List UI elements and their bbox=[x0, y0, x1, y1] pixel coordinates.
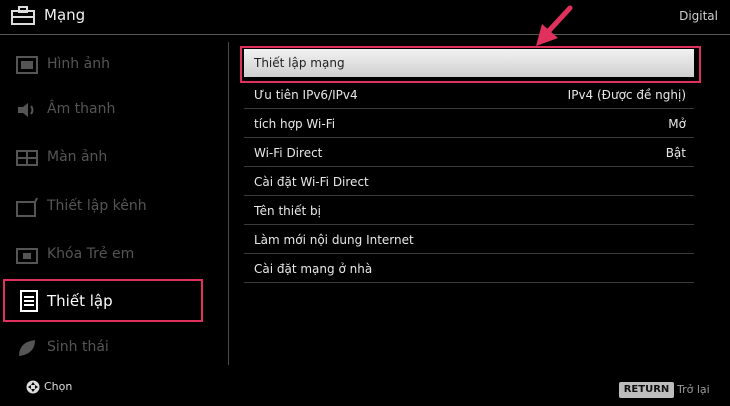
sidebar-item-label: Sinh thái bbox=[47, 339, 109, 355]
speaker-icon bbox=[18, 103, 34, 117]
dpad-icon bbox=[26, 380, 40, 394]
sidebar-item-label: Âm thanh bbox=[47, 101, 116, 117]
return-hint-label: Trở lại bbox=[677, 383, 710, 396]
sidebar-item-eco[interactable]: Sinh thái bbox=[0, 328, 226, 368]
sidebar-item-screen[interactable]: Màn ảnh bbox=[0, 138, 226, 178]
list-item-built-in-wifi[interactable]: tích hợp Wi-Fi Mở bbox=[244, 110, 694, 138]
sidebar-item-channel-setup[interactable]: Thiết lập kênh bbox=[0, 187, 226, 227]
sidebar-divider bbox=[228, 42, 229, 365]
return-key-badge[interactable]: RETURN bbox=[619, 382, 674, 398]
list-item-label: Wi-Fi Direct bbox=[254, 146, 323, 160]
row-divider bbox=[244, 166, 694, 167]
sidebar-item-sound[interactable]: Âm thanh bbox=[0, 90, 226, 130]
row-divider bbox=[244, 195, 694, 196]
list-item-value: IPv4 (Được đề nghị) bbox=[567, 88, 686, 102]
list-item-label: Làm mới nội dung Internet bbox=[254, 233, 414, 247]
row-divider bbox=[244, 282, 694, 283]
list-item-label: Ưu tiên IPv6/IPv4 bbox=[254, 88, 358, 102]
sidebar-item-label: Khóa Trẻ em bbox=[47, 246, 135, 262]
list-item-device-name[interactable]: Tên thiết bị bbox=[244, 197, 694, 225]
list-item-label: tích hợp Wi-Fi bbox=[254, 117, 336, 131]
sidebar-item-label: Thiết lập kênh bbox=[47, 198, 147, 214]
row-divider bbox=[244, 253, 694, 254]
row-divider bbox=[244, 224, 694, 225]
active-item-highlight bbox=[3, 279, 203, 322]
broadcast-mode: Digital bbox=[679, 9, 718, 23]
picture-icon bbox=[16, 56, 38, 74]
list-item-value: Bật bbox=[665, 146, 686, 160]
list-item-wifi-direct[interactable]: Wi-Fi Direct Bật bbox=[244, 139, 694, 167]
list-item-label: Tên thiết bị bbox=[254, 204, 321, 218]
list-item-ip-priority[interactable]: Ưu tiên IPv6/IPv4 IPv4 (Được đề nghị) bbox=[244, 81, 694, 109]
select-hint-label: Chọn bbox=[44, 380, 73, 393]
list-item-home-network-setup[interactable]: Cài đặt mạng ở nhà bbox=[244, 255, 694, 283]
lock-icon bbox=[16, 248, 38, 264]
sidebar-item-parental-lock[interactable]: Khóa Trẻ em bbox=[0, 235, 226, 275]
list-item-value: Mở bbox=[668, 117, 686, 131]
list-item-refresh-internet-content[interactable]: Làm mới nội dung Internet bbox=[244, 226, 694, 254]
list-item-label: Cài đặt mạng ở nhà bbox=[254, 262, 373, 276]
eco-leaf-icon bbox=[19, 340, 35, 356]
screen-icon bbox=[16, 150, 38, 166]
top-bar: Mạng Digital bbox=[0, 0, 730, 34]
list-item-wifi-direct-settings[interactable]: Cài đặt Wi-Fi Direct bbox=[244, 168, 694, 196]
toolbox-icon bbox=[11, 6, 35, 25]
channel-setup-icon bbox=[16, 197, 38, 217]
sidebar-item-label: Màn ảnh bbox=[47, 149, 108, 165]
sidebar-item-picture[interactable]: Hình ảnh bbox=[0, 45, 226, 85]
page-title: Mạng bbox=[44, 6, 86, 24]
row-divider bbox=[244, 108, 694, 109]
row-divider bbox=[244, 137, 694, 138]
pointer-arrow-icon bbox=[536, 5, 573, 46]
sidebar-item-label: Hình ảnh bbox=[47, 56, 110, 72]
list-item-label: Cài đặt Wi-Fi Direct bbox=[254, 175, 369, 189]
selected-row-highlight bbox=[240, 46, 701, 83]
